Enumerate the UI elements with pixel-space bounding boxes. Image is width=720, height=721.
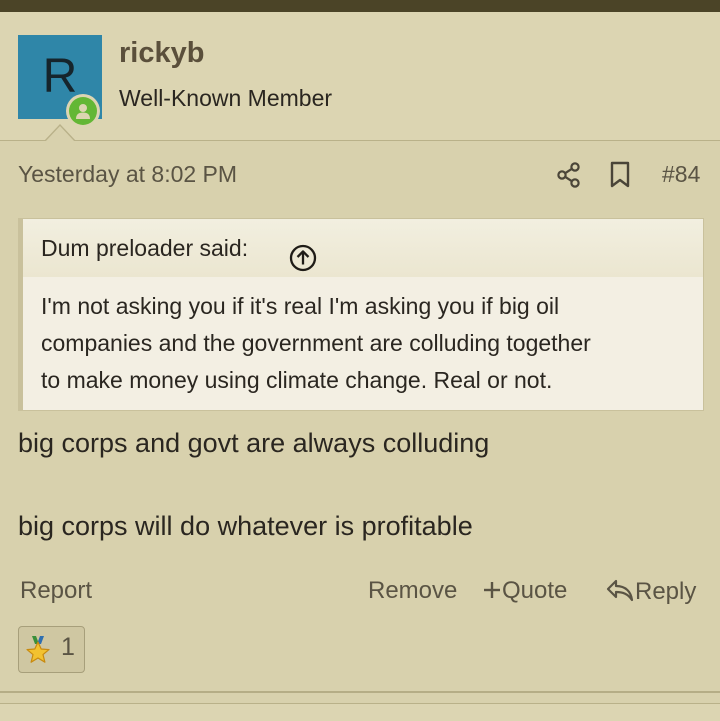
quote-label: Quote: [502, 577, 568, 604]
plus-icon: [484, 582, 500, 598]
quote-header[interactable]: Dum preloader said:: [23, 219, 703, 277]
message-text-line: big corps will do whatever is profitable: [18, 511, 473, 541]
quote-block: Dum preloader said: I'm not asking you i…: [18, 218, 704, 411]
quote-button[interactable]: Quote: [482, 577, 567, 605]
quote-line: to make money using climate change. Real…: [41, 367, 553, 393]
message-text-line: big corps and govt are always colluding: [18, 428, 490, 458]
post-date-link[interactable]: Yesterday at 8:02 PM: [18, 161, 237, 188]
reply-label: Reply: [635, 578, 697, 605]
remove-link[interactable]: Remove: [368, 577, 457, 605]
post-number-link[interactable]: #84: [662, 161, 700, 188]
star-medal-icon: [24, 636, 52, 671]
top-bar: [0, 0, 720, 12]
user-title: Well-Known Member: [119, 85, 333, 111]
next-post-edge: [0, 703, 720, 721]
reaction-badge[interactable]: [18, 626, 85, 673]
quote-author[interactable]: Dum preloader said:: [41, 235, 248, 261]
share-icon[interactable]: [556, 161, 582, 194]
quote-line: companies and the government are colludi…: [41, 330, 591, 356]
reply-button[interactable]: Reply: [605, 577, 696, 606]
user-online-icon: [76, 104, 90, 119]
quote-line: I'm not asking you if it's real I'm aski…: [41, 293, 560, 319]
online-status-badge: [66, 94, 100, 128]
header-pointer-fill: [45, 126, 75, 142]
post-separator: [0, 691, 720, 693]
post-user-header: R rickyb Well-Known Member: [0, 12, 720, 141]
reply-arrow-icon: [606, 579, 634, 602]
username-link[interactable]: rickyb: [119, 37, 204, 70]
quote-content: I'm not asking you if it's real I'm aski…: [23, 277, 703, 399]
reaction-count[interactable]: 1: [61, 633, 75, 662]
report-link[interactable]: Report: [20, 577, 92, 605]
bookmark-icon[interactable]: [608, 160, 632, 195]
arrow-circle-up-icon[interactable]: [289, 235, 317, 293]
